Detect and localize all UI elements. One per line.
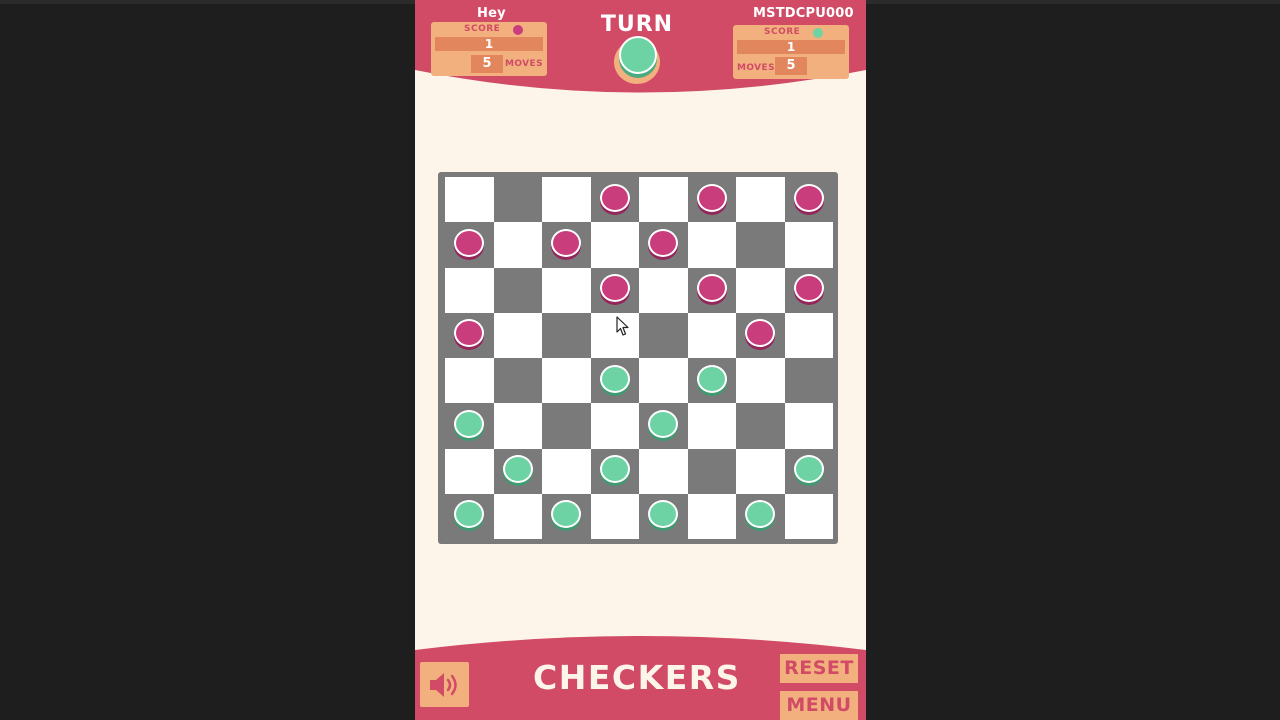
pink-checker-piece[interactable]	[599, 183, 630, 212]
player-left-name: Hey	[477, 6, 506, 21]
board-square-r5-c3[interactable]	[590, 403, 639, 449]
board-square-r2-c1[interactable]	[493, 267, 542, 313]
board-square-r5-c5[interactable]	[687, 403, 736, 449]
board-square-r6-c5[interactable]	[687, 448, 736, 494]
green-checker-piece[interactable]	[648, 409, 679, 438]
board-square-r6-c0[interactable]	[445, 448, 494, 494]
player-left-panel: SCORE 1 5 MOVES	[431, 22, 547, 76]
pink-checker-piece[interactable]	[454, 228, 485, 257]
board-square-r0-c0[interactable]	[445, 177, 494, 223]
speaker-icon	[430, 673, 457, 697]
player-left-color-icon	[513, 25, 523, 35]
player-right-panel: SCORE 1 MOVES 5	[733, 25, 849, 79]
board-square-r3-c1[interactable]	[493, 312, 542, 358]
board-square-r6-c2[interactable]	[542, 448, 591, 494]
board-square-r0-c2[interactable]	[542, 177, 591, 223]
green-checker-piece[interactable]	[696, 364, 727, 393]
board-square-r5-c2[interactable]	[542, 403, 591, 449]
board-square-r1-c3[interactable]	[590, 222, 639, 268]
pink-checker-piece[interactable]	[696, 274, 727, 303]
menu-button[interactable]: MENU	[780, 691, 858, 720]
green-checker-piece[interactable]	[502, 455, 533, 484]
board-square-r3-c2[interactable]	[542, 312, 591, 358]
board-square-r3-c5[interactable]	[687, 312, 736, 358]
player-left-score: 1	[435, 37, 543, 51]
turn-indicator-piece	[619, 36, 657, 74]
pink-checker-piece[interactable]	[793, 274, 824, 303]
board-square-r3-c4[interactable]	[639, 312, 688, 358]
board-square-r5-c1[interactable]	[493, 403, 542, 449]
game-title: CHECKERS	[533, 658, 741, 697]
player-right-score-label: SCORE	[764, 27, 801, 37]
board-square-r7-c1[interactable]	[493, 493, 542, 539]
board-square-r7-c5[interactable]	[687, 493, 736, 539]
board-square-r0-c4[interactable]	[639, 177, 688, 223]
board-square-r4-c2[interactable]	[542, 358, 591, 404]
checkers-board[interactable]	[445, 177, 833, 539]
green-checker-piece[interactable]	[793, 455, 824, 484]
pink-checker-piece[interactable]	[696, 183, 727, 212]
mouse-cursor-icon	[616, 316, 629, 336]
board-square-r1-c7[interactable]	[784, 222, 833, 268]
green-checker-piece[interactable]	[599, 364, 630, 393]
board-square-r2-c0[interactable]	[445, 267, 494, 313]
board-square-r7-c7[interactable]	[784, 493, 833, 539]
board-square-r2-c6[interactable]	[736, 267, 785, 313]
board-square-r5-c6[interactable]	[736, 403, 785, 449]
board-square-r3-c7[interactable]	[784, 312, 833, 358]
player-right-color-icon	[813, 28, 823, 38]
green-checker-piece[interactable]	[599, 455, 630, 484]
board-square-r3-c3[interactable]	[590, 312, 639, 358]
player-right-name: MSTDCPU000	[753, 6, 854, 21]
board-square-r6-c6[interactable]	[736, 448, 785, 494]
pink-checker-piece[interactable]	[599, 274, 630, 303]
player-right-moves-label: MOVES	[737, 63, 775, 73]
board-square-r7-c3[interactable]	[590, 493, 639, 539]
board-square-r5-c7[interactable]	[784, 403, 833, 449]
player-left-moves: 5	[471, 55, 503, 73]
pink-checker-piece[interactable]	[551, 228, 582, 257]
reset-button[interactable]: RESET	[780, 654, 858, 683]
board-square-r0-c1[interactable]	[493, 177, 542, 223]
turn-label: TURN	[600, 12, 674, 37]
board-square-r4-c4[interactable]	[639, 358, 688, 404]
board-square-r4-c6[interactable]	[736, 358, 785, 404]
board-square-r4-c1[interactable]	[493, 358, 542, 404]
board-square-r1-c6[interactable]	[736, 222, 785, 268]
board-square-r1-c1[interactable]	[493, 222, 542, 268]
header-bar: Hey SCORE 1 5 MOVES TURN MSTDCPU000 SCOR…	[415, 0, 866, 95]
green-checker-piece[interactable]	[454, 409, 485, 438]
board-square-r4-c0[interactable]	[445, 358, 494, 404]
pink-checker-piece[interactable]	[793, 183, 824, 212]
pink-checker-piece[interactable]	[648, 228, 679, 257]
player-left-score-label: SCORE	[464, 24, 501, 34]
board-square-r4-c7[interactable]	[784, 358, 833, 404]
board-square-r1-c5[interactable]	[687, 222, 736, 268]
game-screen: Hey SCORE 1 5 MOVES TURN MSTDCPU000 SCOR…	[415, 0, 866, 720]
board-square-r2-c2[interactable]	[542, 267, 591, 313]
player-right-moves: 5	[775, 57, 807, 75]
player-left-moves-label: MOVES	[505, 59, 543, 69]
sound-toggle-button[interactable]	[420, 662, 469, 707]
board-square-r2-c4[interactable]	[639, 267, 688, 313]
player-right-score: 1	[737, 40, 845, 54]
board-square-r6-c4[interactable]	[639, 448, 688, 494]
board-square-r0-c6[interactable]	[736, 177, 785, 223]
